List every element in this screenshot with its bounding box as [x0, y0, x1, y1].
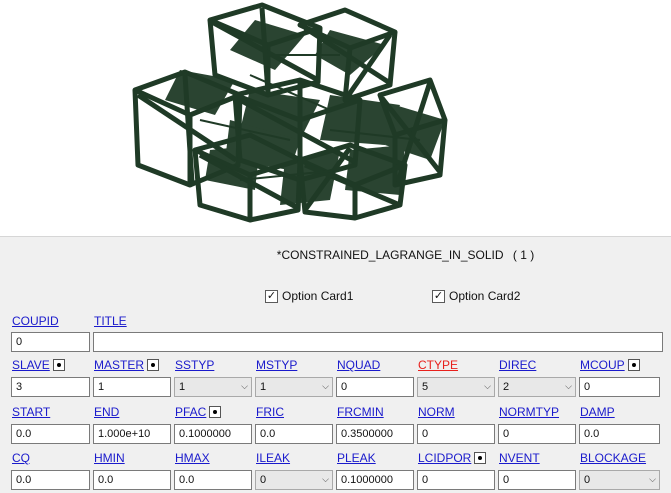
nquad-input[interactable]: 0: [336, 377, 414, 397]
hmin-label[interactable]: HMIN: [94, 451, 125, 465]
mstyp-label[interactable]: MSTYP: [256, 358, 297, 372]
start-input[interactable]: 0.0: [11, 424, 90, 444]
card-title: *CONSTRAINED_LAGRANGE_IN_SOLID ( 1 ): [0, 248, 671, 262]
master-pick-icon[interactable]: [147, 359, 160, 371]
direc-select[interactable]: 2 ⌵: [498, 377, 576, 397]
lattice-model-image: [132, 2, 448, 223]
card-title-text: *CONSTRAINED_LAGRANGE_IN_SOLID: [276, 248, 504, 262]
model-viewport[interactable]: [0, 0, 671, 236]
nquad-label[interactable]: NQUAD: [337, 358, 380, 372]
option-card2-label: Option Card2: [449, 289, 521, 303]
lcidpor-input[interactable]: 0: [417, 470, 495, 490]
chevron-down-icon: ⌵: [649, 474, 656, 484]
mcoup-label[interactable]: MCOUP: [580, 358, 640, 372]
direc-label[interactable]: DIREC: [499, 358, 536, 372]
frcmin-label[interactable]: FRCMIN: [337, 405, 384, 419]
slave-input[interactable]: 3: [11, 377, 90, 397]
master-input[interactable]: 1: [93, 377, 171, 397]
mcoup-input[interactable]: 0: [579, 377, 660, 397]
ctype-label[interactable]: CTYPE: [418, 358, 458, 372]
damp-label[interactable]: DAMP: [580, 405, 615, 419]
pfac-pick-icon[interactable]: [209, 406, 222, 418]
mstyp-select[interactable]: 1 ⌵: [255, 377, 333, 397]
pleak-label[interactable]: PLEAK: [337, 451, 376, 465]
end-label[interactable]: END: [94, 405, 119, 419]
sstyp-select[interactable]: 1 ⌵: [174, 377, 252, 397]
blockage-label[interactable]: BLOCKAGE: [580, 451, 646, 465]
pleak-input[interactable]: 0.1000000: [336, 470, 414, 490]
ileak-select[interactable]: 0 ⌵: [255, 470, 333, 490]
sstyp-label[interactable]: SSTYP: [175, 358, 214, 372]
option-card1-toggle[interactable]: ✓ Option Card1: [265, 289, 353, 303]
norm-input[interactable]: 0: [417, 424, 495, 444]
title-input[interactable]: [93, 332, 663, 352]
fric-input[interactable]: 0.0: [255, 424, 333, 444]
lcidpor-label[interactable]: LCIDPOR: [418, 451, 487, 465]
normtyp-input[interactable]: 0: [498, 424, 576, 444]
norm-label[interactable]: NORM: [418, 405, 455, 419]
coupid-input[interactable]: 0: [11, 332, 90, 352]
ileak-label[interactable]: ILEAK: [256, 451, 290, 465]
blockage-select[interactable]: 0 ⌵: [579, 470, 660, 490]
hmax-input[interactable]: 0.0: [174, 470, 252, 490]
chevron-down-icon: ⌵: [322, 381, 329, 391]
start-label[interactable]: START: [12, 405, 50, 419]
frcmin-input[interactable]: 0.3500000: [336, 424, 414, 444]
end-input[interactable]: 1.000e+10: [93, 424, 171, 444]
option-card1-checkbox[interactable]: ✓: [265, 289, 278, 303]
pfac-label[interactable]: PFAC: [175, 405, 222, 419]
nvent-input[interactable]: 0: [498, 470, 576, 490]
card-count: ( 1 ): [512, 248, 535, 262]
coupid-label[interactable]: COUPID: [12, 314, 59, 328]
lcidpor-pick-icon[interactable]: [474, 452, 487, 464]
chevron-down-icon: ⌵: [565, 381, 572, 391]
chevron-down-icon: ⌵: [322, 474, 329, 484]
hmax-label[interactable]: HMAX: [175, 451, 210, 465]
option-card1-label: Option Card1: [282, 289, 354, 303]
chevron-down-icon: ⌵: [484, 381, 491, 391]
option-card2-toggle[interactable]: ✓ Option Card2: [432, 289, 520, 303]
cq-label[interactable]: CQ: [12, 451, 30, 465]
fric-label[interactable]: FRIC: [256, 405, 284, 419]
nvent-label[interactable]: NVENT: [499, 451, 540, 465]
ctype-select[interactable]: 5 ⌵: [417, 377, 495, 397]
slave-label[interactable]: SLAVE: [12, 358, 65, 372]
cq-input[interactable]: 0.0: [11, 470, 90, 490]
mcoup-pick-icon[interactable]: [627, 359, 640, 371]
normtyp-label[interactable]: NORMTYP: [499, 405, 559, 419]
slave-pick-icon[interactable]: [52, 359, 65, 371]
title-label[interactable]: TITLE: [94, 314, 127, 328]
hmin-input[interactable]: 0.0: [93, 470, 171, 490]
master-label[interactable]: MASTER: [94, 358, 160, 372]
damp-input[interactable]: 0.0: [579, 424, 660, 444]
pfac-input[interactable]: 0.1000000: [174, 424, 252, 444]
option-card2-checkbox[interactable]: ✓: [432, 289, 445, 303]
chevron-down-icon: ⌵: [241, 381, 248, 391]
